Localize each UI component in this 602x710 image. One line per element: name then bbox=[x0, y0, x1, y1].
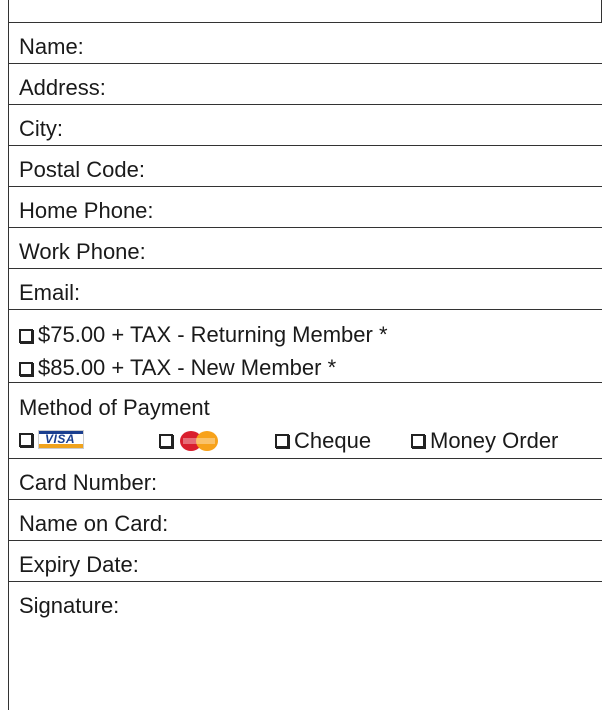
form-top-row bbox=[9, 0, 602, 23]
new-member-label: $85.00 + TAX - New Member * bbox=[38, 355, 337, 380]
visa-logo-icon: VISA bbox=[38, 430, 84, 449]
name-label: Name: bbox=[19, 34, 84, 59]
name-on-card-label: Name on Card: bbox=[19, 511, 169, 536]
payment-method-title: Method of Payment bbox=[19, 395, 210, 420]
city-field[interactable]: City: bbox=[9, 105, 602, 146]
mastercard-option[interactable] bbox=[159, 430, 228, 452]
cheque-checkbox[interactable] bbox=[275, 434, 289, 448]
email-field[interactable]: Email: bbox=[9, 269, 602, 310]
signature-field[interactable]: Signature: bbox=[9, 582, 602, 623]
mastercard-logo-icon bbox=[178, 430, 228, 452]
card-number-field[interactable]: Card Number: bbox=[9, 459, 602, 500]
mastercard-wordmark-bar bbox=[183, 438, 215, 444]
home-phone-field[interactable]: Home Phone: bbox=[9, 187, 602, 228]
money-order-option[interactable]: Money Order bbox=[411, 430, 558, 452]
returning-member-checkbox[interactable] bbox=[19, 329, 33, 343]
new-member-checkbox[interactable] bbox=[19, 362, 33, 376]
mastercard-checkbox[interactable] bbox=[159, 434, 173, 448]
membership-options: $75.00 + TAX - Returning Member * $85.00… bbox=[9, 310, 602, 383]
visa-stripe-bottom bbox=[39, 444, 83, 448]
work-phone-field[interactable]: Work Phone: bbox=[9, 228, 602, 269]
name-field[interactable]: Name: bbox=[9, 23, 602, 64]
payment-method-section: Method of Payment VISA Cheque Money Orde… bbox=[9, 383, 602, 459]
postal-code-field[interactable]: Postal Code: bbox=[9, 146, 602, 187]
address-label: Address: bbox=[19, 75, 106, 100]
card-number-label: Card Number: bbox=[19, 470, 158, 495]
home-phone-label: Home Phone: bbox=[19, 198, 154, 223]
money-order-label: Money Order bbox=[430, 428, 559, 453]
new-member-option[interactable]: $85.00 + TAX - New Member * bbox=[19, 357, 336, 379]
cheque-label: Cheque bbox=[294, 428, 372, 453]
expiry-date-label: Expiry Date: bbox=[19, 552, 139, 577]
signature-label: Signature: bbox=[19, 593, 120, 618]
postal-code-label: Postal Code: bbox=[19, 157, 145, 182]
returning-member-option[interactable]: $75.00 + TAX - Returning Member * bbox=[19, 324, 388, 346]
name-on-card-field[interactable]: Name on Card: bbox=[9, 500, 602, 541]
returning-member-label: $75.00 + TAX - Returning Member * bbox=[38, 322, 388, 347]
membership-form: Name: Address: City: Postal Code: Home P… bbox=[8, 0, 602, 710]
address-field[interactable]: Address: bbox=[9, 64, 602, 105]
visa-checkbox[interactable] bbox=[19, 432, 33, 447]
money-order-checkbox[interactable] bbox=[411, 434, 425, 448]
email-label: Email: bbox=[19, 280, 81, 305]
payment-options: VISA Cheque Money Order bbox=[19, 430, 599, 454]
work-phone-label: Work Phone: bbox=[19, 239, 146, 264]
expiry-date-field[interactable]: Expiry Date: bbox=[9, 541, 602, 582]
cheque-option[interactable]: Cheque bbox=[275, 430, 371, 452]
visa-option[interactable]: VISA bbox=[19, 430, 84, 449]
city-label: City: bbox=[19, 116, 63, 141]
